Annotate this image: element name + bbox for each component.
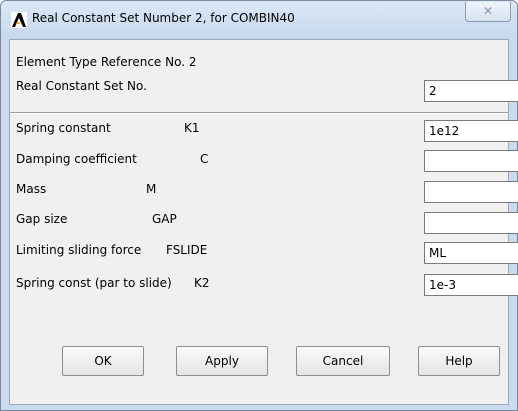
mass-label: Mass — [16, 182, 47, 196]
damping-coefficient-symbol: C — [200, 152, 209, 166]
gap-size-label: Gap size — [16, 212, 68, 226]
spring-constant-field[interactable]: 1e12 — [424, 120, 518, 142]
close-button[interactable]: ✕ — [465, 2, 511, 22]
gap-size-field[interactable] — [424, 212, 518, 234]
real-constant-set-label: Real Constant Set No. — [16, 79, 147, 93]
mass-symbol: M — [146, 182, 157, 196]
dialog-body: Element Type Reference No. 2 Real Consta… — [9, 39, 518, 405]
divider — [10, 112, 508, 114]
title-bar[interactable]: Real Constant Set Number 2, for COMBIN40… — [1, 1, 517, 39]
spring-const-par-field[interactable]: 1e-3 — [424, 274, 518, 296]
damping-coefficient-field[interactable] — [424, 150, 518, 172]
ok-button[interactable]: OK — [62, 346, 144, 376]
spring-const-par-label: Spring const (par to slide) — [16, 276, 172, 290]
close-icon: ✕ — [482, 4, 494, 18]
limiting-sliding-force-symbol: FSLIDE — [166, 243, 208, 257]
real-constant-set-field[interactable]: 2 — [424, 80, 518, 102]
spring-constant-label: Spring constant — [16, 121, 111, 135]
window-title: Real Constant Set Number 2, for COMBIN40 — [32, 11, 295, 25]
cancel-button[interactable]: Cancel — [296, 346, 390, 376]
gap-size-symbol: GAP — [152, 212, 177, 226]
dialog-window: Real Constant Set Number 2, for COMBIN40… — [0, 0, 518, 411]
element-type-reference: Element Type Reference No. 2 — [16, 55, 197, 69]
spring-constant-symbol: K1 — [184, 121, 200, 135]
mass-field[interactable] — [424, 181, 518, 203]
limiting-sliding-force-label: Limiting sliding force — [16, 243, 142, 257]
help-button[interactable]: Help — [418, 346, 500, 376]
spring-const-par-symbol: K2 — [194, 276, 210, 290]
apply-button[interactable]: Apply — [176, 346, 268, 376]
limiting-sliding-force-field[interactable]: ML — [424, 242, 518, 264]
ansys-icon — [11, 12, 27, 28]
damping-coefficient-label: Damping coefficient — [16, 152, 137, 166]
